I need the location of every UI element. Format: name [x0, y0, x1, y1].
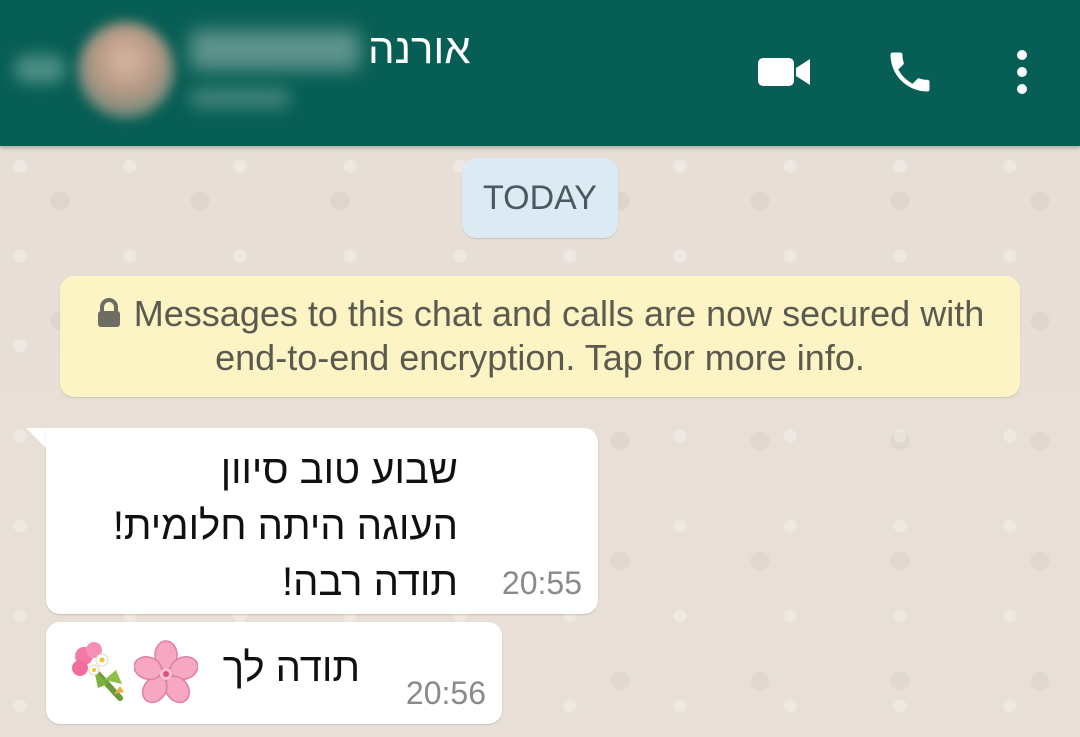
message-line: העוגה היתה חלומית!: [112, 504, 458, 548]
encryption-notice[interactable]: Messages to this chat and calls are now …: [60, 276, 1020, 397]
more-options-icon: [1017, 50, 1027, 94]
message-text: תודה לך: [222, 646, 360, 690]
bubble-tail: [26, 428, 48, 450]
message-bubble[interactable]: תודה לך 20:56: [46, 622, 502, 724]
message-text: שבוע טוב סיוון העוגה היתה חלומית! תודה ר…: [113, 442, 458, 610]
chat-area[interactable]: TODAY Messages to this chat and calls ar…: [0, 146, 1080, 737]
message-bubble[interactable]: שבוע טוב סיוון העוגה היתה חלומית! תודה ר…: [46, 428, 598, 614]
contact-name[interactable]: אורנה: [368, 24, 471, 74]
redacted-name: [190, 30, 360, 70]
message-line: תודה רבה!: [281, 560, 458, 604]
lock-icon: [97, 298, 120, 327]
cherry-blossom-icon: [134, 640, 198, 704]
message-line: שבוע טוב סיוון: [220, 448, 458, 492]
voice-call-icon: [890, 52, 930, 92]
chat-header: אורנה: [0, 0, 1080, 146]
video-call-button[interactable]: [754, 42, 814, 102]
date-divider: TODAY: [462, 158, 618, 238]
message-time: 20:56: [405, 675, 486, 711]
more-options-button[interactable]: [992, 42, 1052, 102]
back-arrow-icon: [14, 55, 66, 83]
message-time: 20:55: [501, 565, 582, 601]
bouquet-icon: [72, 642, 124, 701]
avatar[interactable]: [78, 22, 174, 118]
redacted-status: [190, 88, 290, 108]
encryption-text: Messages to this chat and calls are now …: [133, 293, 985, 378]
video-call-icon: [758, 58, 810, 86]
voice-call-button[interactable]: [880, 42, 940, 102]
